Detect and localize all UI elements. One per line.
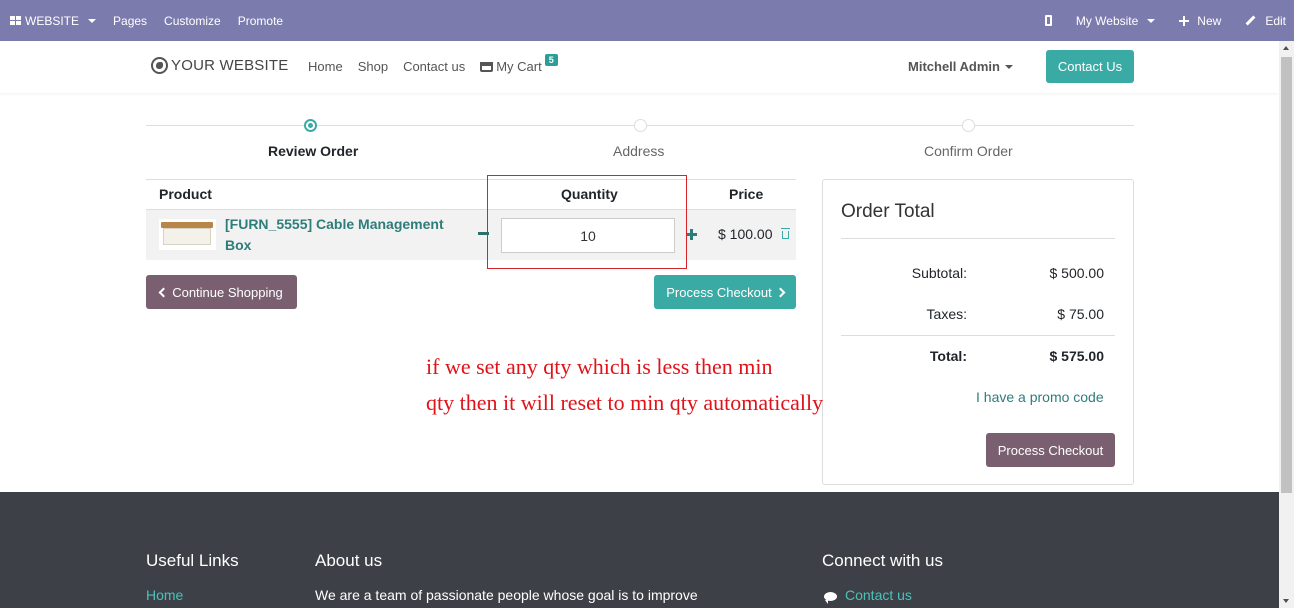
website-menu-label: WEBSITE — [25, 13, 80, 28]
trash-icon[interactable] — [781, 228, 790, 239]
footer-about-text: We are a team of passionate people whose… — [315, 587, 698, 603]
contact-us-button[interactable]: Contact Us — [1046, 50, 1134, 83]
site-navbar: YOUR WEBSITE Home Shop Contact us My Car… — [0, 41, 1279, 93]
caret-down-icon — [1147, 18, 1156, 23]
subtotal-label: Subtotal: — [911, 265, 967, 281]
footer-contact-label: Contact us — [845, 587, 912, 603]
site-switcher[interactable]: My Website — [1075, 13, 1156, 28]
shopping-cart-icon — [480, 62, 494, 72]
caret-down-icon — [1004, 64, 1013, 69]
order-total-title: Order Total — [841, 201, 935, 222]
divider — [841, 238, 1115, 239]
taxes-label: Taxes: — [926, 306, 967, 322]
wizard-dot-address — [634, 119, 647, 132]
menu-promote[interactable]: Promote — [238, 14, 283, 28]
wizard-step-address: Address — [613, 143, 665, 159]
cart-count-badge: 5 — [544, 54, 558, 66]
website-menu[interactable]: WEBSITE — [10, 13, 97, 28]
footer-contact-link[interactable]: Contact us — [824, 587, 912, 604]
product-name-link[interactable]: [FURN_5555] Cable Management Box — [225, 214, 455, 256]
divider — [841, 335, 1115, 336]
footer-link-home[interactable]: Home — [146, 587, 183, 603]
admin-bar: WEBSITE Pages Customize Promote My Websi… — [0, 0, 1294, 41]
menu-pages[interactable]: Pages — [113, 14, 147, 28]
wizard-dot-confirm — [962, 119, 975, 132]
site-switcher-label: My Website — [1075, 13, 1139, 28]
continue-shopping-label: Continue Shopping — [172, 284, 283, 300]
caret-down-icon — [88, 18, 97, 23]
product-image — [159, 219, 216, 250]
edit-button-label: Edit — [1265, 13, 1286, 28]
scrollbar-thumb[interactable] — [1281, 57, 1292, 493]
plus-icon — [1179, 15, 1190, 26]
apps-grid-icon — [10, 16, 21, 25]
total-value: $ 575.00 — [1049, 348, 1105, 364]
globe-icon — [151, 57, 168, 74]
nav-my-cart[interactable]: My Cart 5 — [480, 54, 558, 74]
cart-label: My Cart — [496, 59, 542, 74]
table-divider — [146, 179, 796, 180]
chevron-left-icon — [158, 287, 169, 297]
taxes-value: $ 75.00 — [1057, 306, 1104, 322]
wizard-dot-review — [304, 119, 317, 132]
chevron-right-icon — [775, 287, 786, 297]
process-checkout-button[interactable]: Process Checkout — [654, 275, 796, 309]
scroll-down-arrow-icon[interactable] — [1283, 599, 1289, 603]
wizard-step-confirm: Confirm Order — [924, 143, 1013, 159]
site-logo[interactable]: YOUR WEBSITE — [151, 57, 288, 74]
footer-connect-title: Connect with us — [822, 551, 943, 570]
page-scrollbar[interactable] — [1279, 41, 1294, 608]
product-price: $ 100.00 — [718, 226, 773, 242]
menu-customize[interactable]: Customize — [164, 14, 221, 28]
promo-code-link[interactable]: I have a promo code — [976, 389, 1104, 405]
scroll-up-arrow-icon[interactable] — [1283, 46, 1289, 50]
mobile-preview-button[interactable] — [1044, 15, 1052, 26]
nav-shop[interactable]: Shop — [358, 59, 388, 74]
edit-button[interactable]: Edit — [1245, 14, 1286, 28]
nav-contact-us[interactable]: Contact us — [403, 59, 465, 74]
process-checkout-label: Process Checkout — [666, 284, 772, 300]
nav-home[interactable]: Home — [308, 59, 343, 74]
process-checkout-button-sidebar[interactable]: Process Checkout — [986, 433, 1115, 467]
pencil-icon — [1245, 15, 1256, 26]
header-price: Price — [729, 186, 764, 202]
footer-about-title: About us — [315, 551, 383, 570]
annotation-line-2: qty then it will reset to min qty automa… — [426, 390, 824, 415]
annotation-line-1: if we set any qty which is less then min — [426, 354, 773, 379]
user-menu[interactable]: Mitchell Admin — [908, 59, 1013, 74]
continue-shopping-button[interactable]: Continue Shopping — [146, 275, 297, 309]
header-product: Product — [159, 186, 212, 202]
user-name: Mitchell Admin — [908, 59, 1000, 74]
wizard-step-review: Review Order — [268, 143, 359, 159]
logo-text: YOUR WEBSITE — [171, 57, 289, 74]
new-button[interactable]: New — [1179, 14, 1221, 28]
new-button-label: New — [1197, 13, 1222, 28]
quantity-highlight-box — [487, 175, 687, 269]
subtotal-value: $ 500.00 — [1049, 265, 1105, 281]
comment-icon — [824, 591, 837, 604]
footer-useful-links-title: Useful Links — [146, 551, 239, 570]
mobile-icon — [1044, 15, 1052, 26]
total-label: Total: — [929, 348, 967, 364]
nav-links: Home Shop Contact us My Cart 5 — [308, 54, 558, 74]
